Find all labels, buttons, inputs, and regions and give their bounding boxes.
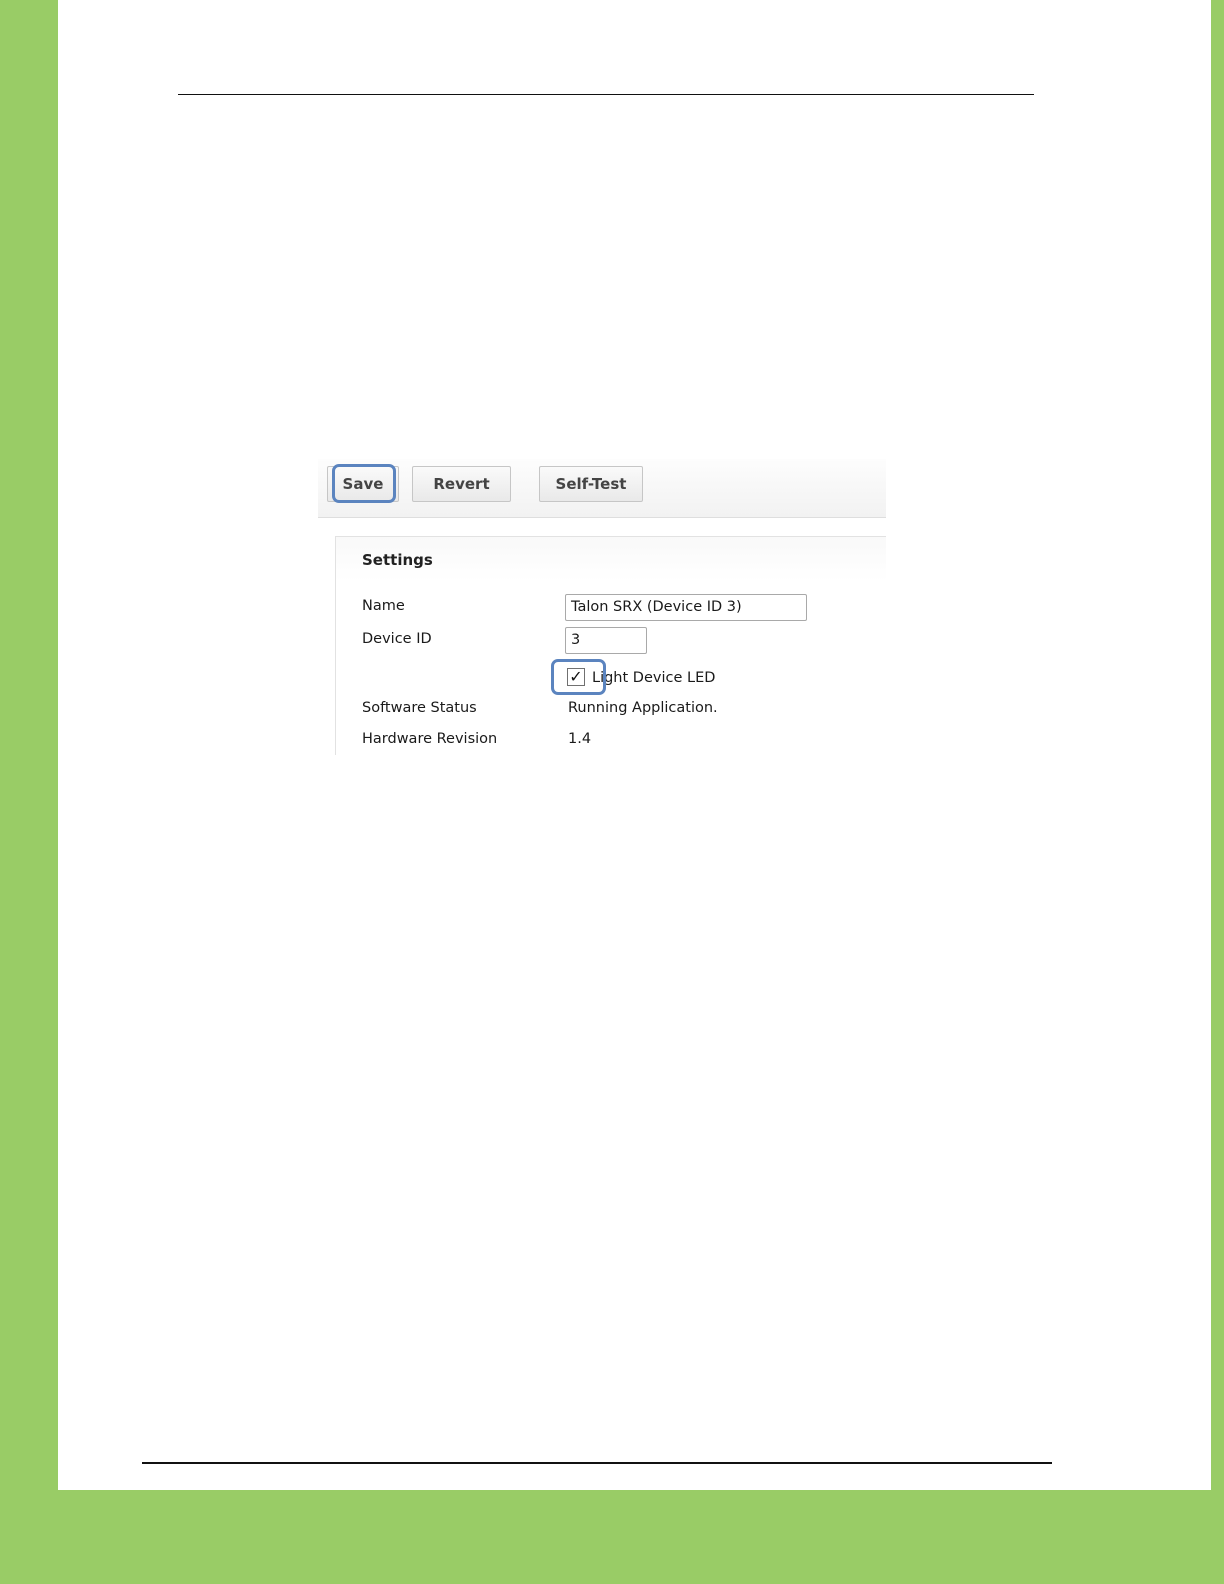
checkbox-highlight <box>551 659 606 695</box>
hardware-revision-label: Hardware Revision <box>362 731 498 747</box>
page-frame-right <box>1211 0 1224 1584</box>
save-highlight <box>332 464 396 503</box>
header-rule <box>178 94 1034 95</box>
hardware-revision-value: 1.4 <box>568 731 592 747</box>
device-id-input[interactable]: 3 <box>565 627 647 654</box>
toolbar: Save Revert Self-Test <box>318 459 886 518</box>
software-status-label: Software Status <box>362 700 477 716</box>
name-label: Name <box>362 598 405 614</box>
revert-button[interactable]: Revert <box>412 466 511 502</box>
settings-title: Settings <box>362 551 433 569</box>
name-input[interactable]: Talon SRX (Device ID 3) <box>565 594 807 621</box>
device-id-label: Device ID <box>362 631 432 647</box>
light-led-label[interactable]: Light Device LED <box>592 670 715 686</box>
settings-panel-header: Settings <box>336 537 886 581</box>
self-test-button[interactable]: Self-Test <box>539 466 643 502</box>
software-status-value: Running Application. <box>568 700 718 716</box>
page-frame-left <box>0 0 58 1584</box>
footer-rule <box>142 1462 1052 1464</box>
page-frame-corner <box>58 1450 98 1490</box>
device-config-screenshot: Save Revert Self-Test Settings Name Talo… <box>318 459 886 755</box>
page-frame-bottom <box>0 1490 1224 1584</box>
